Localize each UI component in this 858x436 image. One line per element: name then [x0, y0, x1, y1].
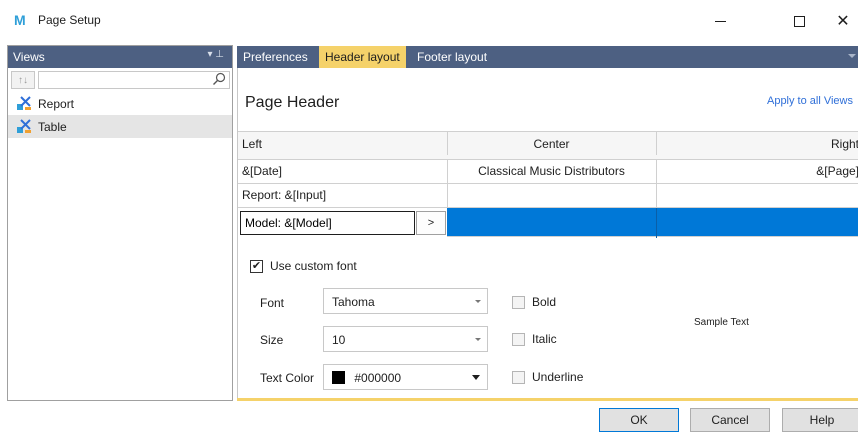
content-bottom-border [237, 398, 858, 401]
column-header-center[interactable]: Center [447, 132, 655, 155]
column-divider [656, 208, 657, 238]
use-custom-font-label: Use custom font [270, 259, 357, 273]
use-custom-font-option[interactable]: ✔ Use custom font [250, 259, 357, 273]
italic-label: Italic [532, 332, 557, 346]
grid-cell-right[interactable]: &[Page] [656, 160, 858, 183]
title-bar: M Page Setup ✕ [0, 0, 858, 42]
chevron-down-icon [472, 375, 480, 380]
views-search-input[interactable] [38, 71, 230, 89]
size-select-value: 10 [332, 333, 346, 347]
grid-cell-left[interactable]: &[Date] [238, 160, 446, 183]
bold-option[interactable]: Bold [512, 295, 556, 309]
tab-overflow-chevron-icon[interactable] [848, 54, 856, 58]
font-select-value: Tahoma [332, 295, 375, 309]
text-color-select[interactable]: #000000 [323, 364, 488, 390]
sort-icon: ↑↓ [18, 74, 28, 86]
views-panel: Views ▾ ⊥ ↑↓ Report Table [7, 45, 233, 401]
chevron-down-icon [475, 300, 481, 303]
tab-header-layout[interactable]: Header layout [319, 46, 406, 68]
font-label: Font [260, 296, 285, 310]
sort-button[interactable]: ↑↓ [11, 71, 35, 89]
bold-label: Bold [532, 295, 557, 309]
insert-field-button[interactable]: > [416, 211, 446, 235]
underline-option[interactable]: Underline [512, 370, 583, 384]
view-item-table[interactable]: Table [8, 115, 232, 138]
text-color-label: Text Color [260, 371, 315, 385]
views-search-row: ↑↓ [8, 68, 232, 92]
header-grid: Left Center Right &[Date] Classical Musi… [238, 131, 858, 238]
minimize-button[interactable] [697, 0, 743, 42]
maximize-button[interactable] [776, 0, 822, 42]
help-button[interactable]: Help [782, 408, 858, 432]
size-select[interactable]: 10 [323, 326, 488, 352]
views-panel-title: Views [13, 50, 45, 64]
view-icon [17, 119, 31, 133]
use-custom-font-checkbox[interactable]: ✔ [250, 259, 263, 273]
view-item-label: Table [38, 120, 67, 134]
color-swatch [332, 371, 345, 384]
cancel-button[interactable]: Cancel [690, 408, 770, 432]
grid-cell-left[interactable]: Report: &[Input] [238, 184, 446, 207]
underline-checkbox[interactable] [512, 370, 525, 384]
italic-checkbox[interactable] [512, 332, 525, 346]
grid-cell-right[interactable] [656, 184, 858, 207]
column-header-left[interactable]: Left [238, 132, 446, 155]
header-layout-content: Page Header Apply to all Views Left Cent… [237, 68, 858, 401]
grid-cell-center[interactable] [447, 184, 655, 207]
view-item-label: Report [38, 97, 75, 111]
close-icon: ✕ [836, 13, 850, 30]
page-title: Page Header [245, 94, 340, 111]
close-button[interactable]: ✕ [820, 0, 858, 42]
window-title: Page Setup [38, 13, 101, 27]
app-logo-icon: M [14, 12, 26, 28]
apply-to-all-views-link[interactable]: Apply to all Views [767, 95, 853, 107]
view-item-report[interactable]: Report [8, 92, 232, 115]
bold-checkbox[interactable] [512, 295, 525, 309]
table-row: &[Date] Classical Music Distributors &[P… [238, 159, 858, 183]
size-label: Size [260, 333, 284, 347]
text-color-value: #000000 [354, 371, 402, 385]
tab-preferences[interactable]: Preferences [237, 46, 314, 68]
maximize-icon [793, 15, 805, 27]
column-header-right[interactable]: Right [656, 132, 858, 155]
views-panel-header: Views ▾ ⊥ [8, 46, 232, 68]
panel-pin-icon[interactable]: ▾ ⊥ [207, 49, 224, 60]
tab-footer-layout[interactable]: Footer layout [411, 46, 493, 68]
underline-label: Underline [532, 370, 584, 384]
font-select[interactable]: Tahoma [323, 288, 488, 314]
table-row: Report: &[Input] [238, 183, 858, 207]
sample-text-preview: Sample Text [694, 317, 749, 328]
chevron-down-icon [475, 338, 481, 341]
ok-button[interactable]: OK [599, 408, 679, 432]
italic-option[interactable]: Italic [512, 332, 557, 346]
cell-edit-input[interactable] [240, 211, 415, 235]
view-icon [17, 96, 31, 110]
minimize-icon [714, 20, 726, 22]
grid-header-row: Left Center Right [238, 131, 858, 159]
grid-cell-center[interactable]: Classical Music Distributors [447, 160, 655, 183]
tab-strip: Preferences Header layout Footer layout [237, 46, 858, 68]
search-icon[interactable] [212, 72, 226, 86]
table-row-selected: > [238, 207, 858, 238]
